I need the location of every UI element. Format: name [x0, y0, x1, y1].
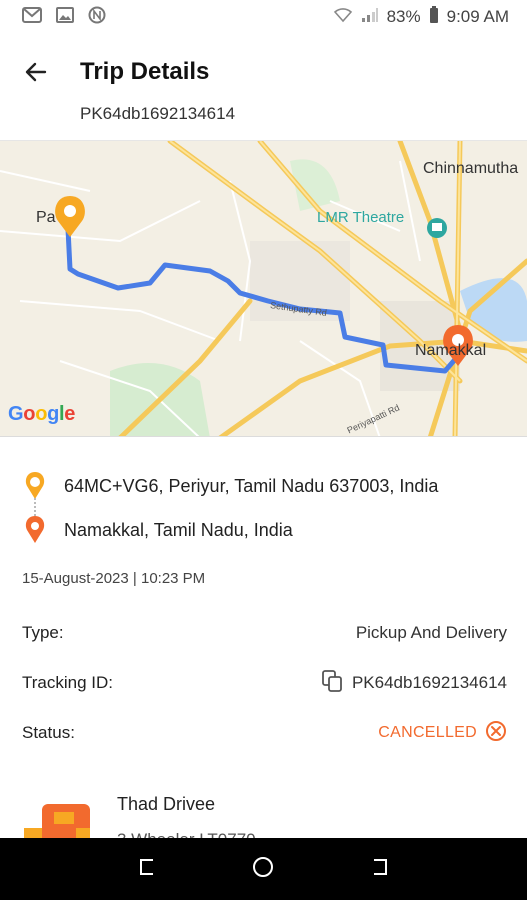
home-button[interactable] [251, 855, 275, 884]
gmail-icon [22, 6, 42, 28]
status-badge: CANCELLED [378, 720, 507, 747]
pickup-pin-icon [22, 471, 48, 501]
drop-location: Namakkal, Tamil Nadu, India [22, 515, 512, 545]
pickup-location: 64MC+VG6, Periyur, Tamil Nadu 637003, In… [22, 471, 512, 501]
trip-datetime: 15-August-2023 | 10:23 PM [22, 570, 206, 587]
battery-icon [429, 5, 439, 29]
cancel-circle-icon [485, 720, 507, 747]
arrow-back-icon [25, 62, 47, 82]
copy-icon[interactable] [320, 669, 344, 698]
route-map[interactable]: Pa Chinnamutha LMR Theatre Namakkal Seth… [0, 140, 527, 437]
map-label-origin: Pa [36, 209, 56, 226]
back-button[interactable] [18, 54, 54, 90]
page-title: Trip Details [80, 58, 210, 85]
type-row: Type: Pickup And Delivery [22, 619, 507, 647]
status-value: CANCELLED [378, 724, 477, 741]
pickup-address: 64MC+VG6, Periyur, Tamil Nadu 637003, In… [64, 475, 439, 496]
system-status: 83% 9:09 AM [333, 5, 509, 29]
truck-icon [24, 800, 94, 838]
status-label: Status: [22, 723, 75, 742]
driver-name: Thad Drivee [117, 794, 216, 814]
recent-apps-button[interactable] [136, 855, 160, 884]
n-icon [88, 6, 106, 29]
map-label-lmr-theatre: LMR Theatre [317, 209, 405, 226]
system-nav-bar [0, 838, 527, 900]
tracking-row: Tracking ID: PK64db1692134614 [22, 669, 507, 697]
type-label: Type: [22, 623, 64, 642]
driver-card[interactable]: Thad Drivee 3 Wheeler LT0770 [0, 782, 527, 838]
battery-percent: 83% [386, 7, 421, 26]
signal-icon [361, 7, 379, 28]
map-canvas [0, 141, 527, 436]
driver-vehicle: 3 Wheeler LT0770 [117, 830, 256, 838]
route-connector [34, 498, 36, 516]
wifi-icon [333, 7, 353, 28]
tracking-value: PK64db1692134614 [351, 673, 507, 692]
back-nav-button[interactable] [367, 855, 391, 884]
app-bar: Trip Details [0, 40, 527, 102]
drop-address: Namakkal, Tamil Nadu, India [64, 519, 293, 540]
clock: 9:09 AM [446, 7, 509, 26]
map-label-namakkal: Namakkal [415, 342, 487, 359]
status-bar: 83% 9:09 AM [0, 0, 527, 34]
trip-id: PK64db1692134614 [80, 104, 236, 123]
drop-pin-icon [22, 515, 48, 545]
map-label-chinnamutha: Chinnamutha [423, 160, 519, 177]
tracking-label: Tracking ID: [22, 673, 114, 692]
google-logo: Google [8, 403, 76, 425]
tracking-value-group: PK64db1692134614 [320, 669, 507, 698]
image-icon [56, 6, 74, 28]
status-row: Status: CANCELLED [22, 719, 507, 747]
type-value: Pickup And Delivery [355, 623, 507, 642]
notification-icons [22, 6, 106, 29]
